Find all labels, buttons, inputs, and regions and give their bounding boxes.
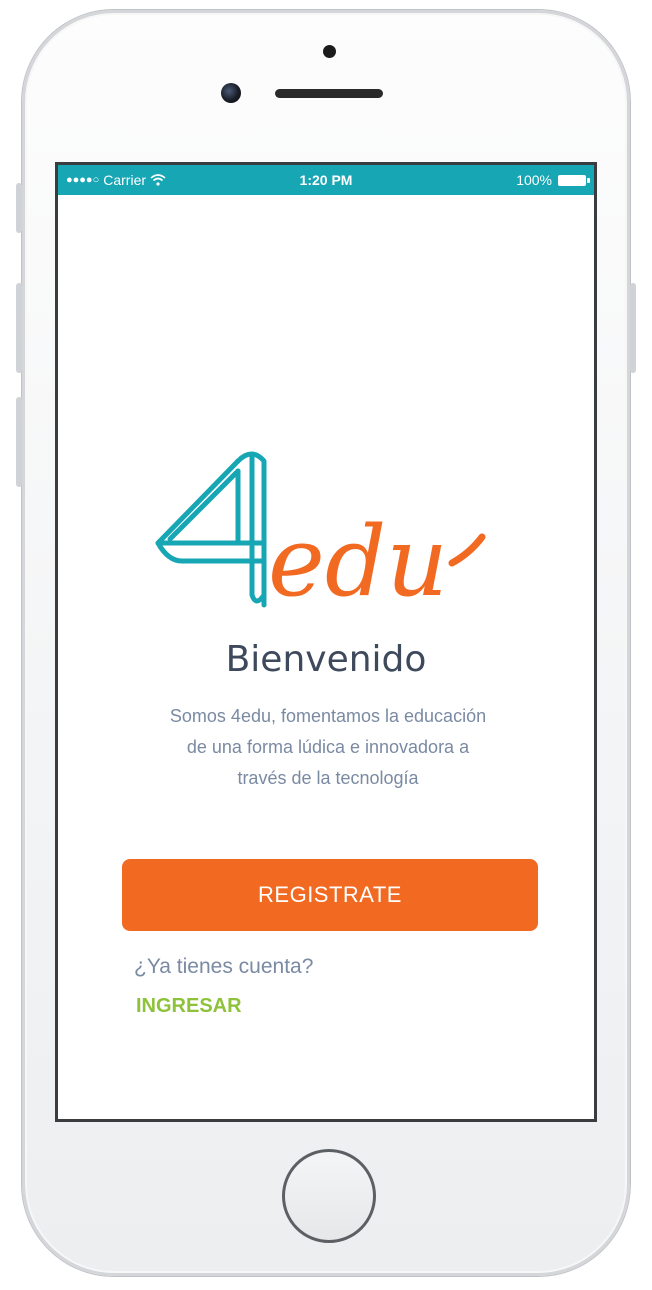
- earpiece-speaker: [275, 89, 383, 98]
- carrier-label: Carrier: [103, 172, 147, 188]
- volume-up-button: [16, 283, 22, 373]
- logo-four: [155, 451, 267, 608]
- battery-percent: 100%: [516, 172, 552, 188]
- register-button[interactable]: REGISTRATE: [122, 859, 538, 931]
- welcome-description-line: través de la tecnología: [237, 768, 419, 788]
- welcome-description: Somos 4edu, fomentamos la educación de u…: [128, 701, 528, 794]
- login-link[interactable]: INGRESAR: [136, 995, 242, 1018]
- volume-down-button: [16, 397, 22, 487]
- battery-icon: [558, 174, 590, 186]
- front-camera-icon: [221, 83, 241, 103]
- signal-strength-icon: ●●●●○: [66, 174, 100, 186]
- logo-text: edu: [268, 506, 448, 615]
- wifi-icon: [150, 174, 166, 186]
- app-screen: ●●●●○ Carrier 1:20 PM 100% edu Bienvenid…: [55, 162, 597, 1122]
- mute-switch: [16, 183, 22, 233]
- proximity-sensor: [323, 45, 336, 58]
- status-time: 1:20 PM: [299, 172, 353, 188]
- account-question: ¿Ya tienes cuenta?: [134, 955, 314, 978]
- welcome-title: Bienvenido: [225, 639, 427, 680]
- home-button[interactable]: [282, 1149, 376, 1243]
- welcome-description-line: de una forma lúdica e innovadora a: [186, 737, 470, 757]
- status-bar: ●●●●○ Carrier 1:20 PM 100%: [58, 165, 594, 195]
- app-logo: edu: [155, 451, 486, 615]
- power-button: [630, 283, 636, 373]
- welcome-description-line: Somos 4edu, fomentamos la educación: [169, 706, 487, 726]
